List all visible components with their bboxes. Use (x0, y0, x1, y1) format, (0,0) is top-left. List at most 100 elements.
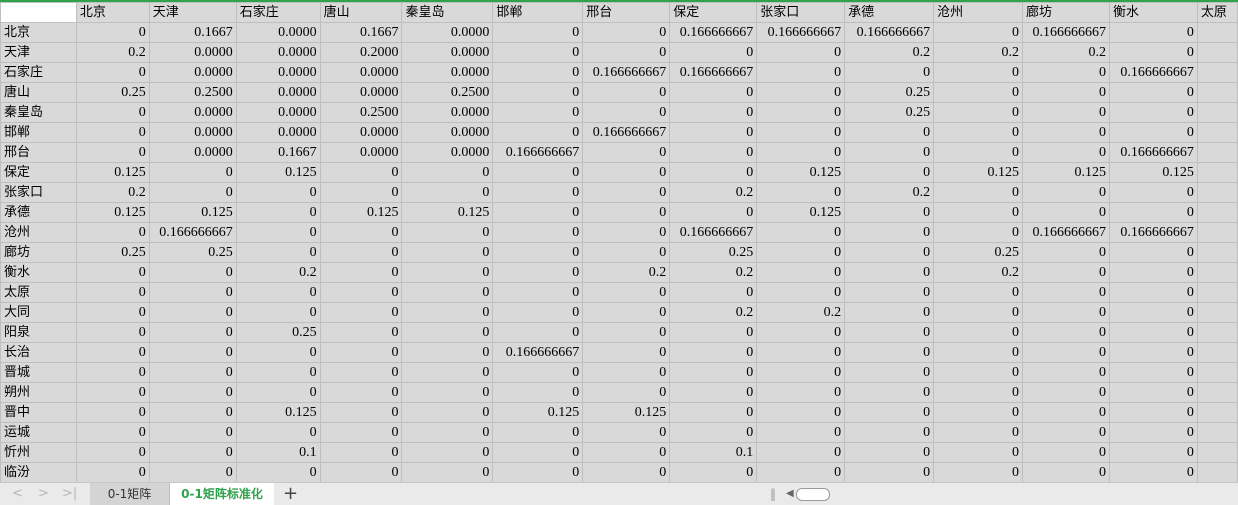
table-cell[interactable]: 0 (756, 142, 846, 163)
table-cell[interactable]: 0.0000 (401, 42, 494, 63)
table-cell[interactable]: 0.0000 (235, 82, 321, 103)
table-cell[interactable]: 0 (492, 442, 584, 463)
table-cell[interactable]: 0.166666667 (492, 342, 584, 363)
column-header[interactable]: 石家庄 (235, 2, 321, 23)
table-cell[interactable]: 0.2500 (401, 82, 494, 103)
table-cell[interactable]: 0 (756, 102, 846, 123)
table-cell[interactable]: 0 (235, 382, 321, 403)
column-header[interactable]: 唐山 (319, 2, 403, 23)
table-cell[interactable]: 0.25 (148, 242, 237, 263)
table-cell[interactable]: 0 (933, 442, 1023, 463)
table-cell[interactable] (1196, 302, 1238, 323)
row-label[interactable]: 衡水 (0, 262, 77, 283)
table-cell[interactable]: 0 (1108, 282, 1198, 303)
table-cell[interactable]: 0 (492, 362, 584, 383)
table-cell[interactable]: 0 (844, 362, 935, 383)
table-cell[interactable]: 0 (844, 382, 935, 403)
table-cell[interactable]: 0 (1108, 422, 1198, 443)
table-cell[interactable]: 0.166666667 (148, 222, 237, 243)
table-cell[interactable]: 0.125 (75, 202, 150, 223)
table-cell[interactable]: 0 (319, 302, 403, 323)
table-cell[interactable]: 0.0000 (148, 142, 237, 163)
table-cell[interactable]: 0.0000 (235, 62, 321, 83)
row-label[interactable]: 大同 (0, 302, 77, 323)
table-cell[interactable]: 0 (669, 382, 758, 403)
row-label[interactable]: 保定 (0, 162, 77, 183)
table-cell[interactable]: 0 (319, 162, 403, 183)
table-cell[interactable]: 0 (756, 322, 846, 343)
table-cell[interactable]: 0 (582, 422, 671, 443)
table-cell[interactable]: 0 (844, 262, 935, 283)
table-cell[interactable]: 0.0000 (235, 102, 321, 123)
table-cell[interactable]: 0 (319, 242, 403, 263)
table-cell[interactable]: 0.2 (844, 42, 935, 63)
table-cell[interactable]: 0 (1021, 282, 1110, 303)
table-cell[interactable]: 0 (492, 242, 584, 263)
table-cell[interactable]: 0 (933, 462, 1023, 482)
table-cell[interactable]: 0 (933, 142, 1023, 163)
table-cell[interactable]: 0 (1021, 82, 1110, 103)
table-cell[interactable]: 0 (492, 42, 584, 63)
table-cell[interactable]: 0 (933, 302, 1023, 323)
table-cell[interactable] (1196, 162, 1238, 183)
table-cell[interactable]: 0 (319, 342, 403, 363)
table-cell[interactable]: 0 (148, 422, 237, 443)
table-cell[interactable]: 0 (669, 142, 758, 163)
table-cell[interactable]: 0 (148, 322, 237, 343)
table-cell[interactable]: 0 (933, 62, 1023, 83)
table-cell[interactable]: 0 (492, 222, 584, 243)
table-cell[interactable]: 0 (933, 342, 1023, 363)
table-cell[interactable]: 0.1 (669, 442, 758, 463)
table-cell[interactable]: 0 (319, 182, 403, 203)
table-cell[interactable] (1196, 402, 1238, 423)
table-cell[interactable]: 0.2 (669, 262, 758, 283)
table-cell[interactable]: 0 (319, 322, 403, 343)
table-cell[interactable]: 0.125 (235, 402, 321, 423)
table-cell[interactable]: 0 (319, 262, 403, 283)
table-cell[interactable]: 0 (1021, 102, 1110, 123)
table-cell[interactable]: 0 (1021, 302, 1110, 323)
table-cell[interactable]: 0 (844, 302, 935, 323)
tab-01-matrix-normalized[interactable]: 0-1矩阵标准化 (170, 483, 274, 505)
table-cell[interactable]: 0.0000 (319, 82, 403, 103)
table-cell[interactable]: 0 (401, 422, 494, 443)
table-cell[interactable]: 0 (933, 282, 1023, 303)
table-cell[interactable]: 0 (1021, 442, 1110, 463)
table-cell[interactable]: 0 (756, 442, 846, 463)
table-cell[interactable]: 0 (75, 122, 150, 143)
table-cell[interactable]: 0.0000 (319, 62, 403, 83)
table-cell[interactable]: 0.2 (75, 42, 150, 63)
table-cell[interactable]: 0 (844, 342, 935, 363)
table-cell[interactable]: 0 (75, 282, 150, 303)
table-cell[interactable]: 0 (1021, 322, 1110, 343)
table-cell[interactable]: 0.25 (844, 102, 935, 123)
table-cell[interactable]: 0 (319, 462, 403, 482)
column-header[interactable]: 秦皇岛 (401, 2, 494, 23)
table-cell[interactable]: 0.2 (669, 182, 758, 203)
table-cell[interactable] (1196, 422, 1238, 443)
table-cell[interactable]: 0.125 (582, 402, 671, 423)
table-cell[interactable]: 0 (756, 422, 846, 443)
table-cell[interactable]: 0.25 (235, 322, 321, 343)
table-cell[interactable]: 0 (1021, 382, 1110, 403)
table-cell[interactable] (1196, 42, 1238, 63)
table-cell[interactable]: 0.125 (933, 162, 1023, 183)
table-cell[interactable]: 0 (401, 242, 494, 263)
table-cell[interactable]: 0 (75, 322, 150, 343)
table-cell[interactable]: 0.0000 (148, 62, 237, 83)
table-cell[interactable]: 0 (582, 142, 671, 163)
table-cell[interactable]: 0.0000 (148, 102, 237, 123)
table-cell[interactable]: 0 (492, 182, 584, 203)
prev-sheet-icon[interactable]: < (12, 486, 23, 501)
table-cell[interactable]: 0 (669, 422, 758, 443)
table-cell[interactable]: 0 (148, 262, 237, 283)
column-header[interactable]: 衡水 (1108, 2, 1198, 23)
table-cell[interactable]: 0 (492, 202, 584, 223)
table-cell[interactable]: 0 (669, 82, 758, 103)
table-cell[interactable] (1196, 442, 1238, 463)
table-cell[interactable]: 0 (582, 322, 671, 343)
table-cell[interactable] (1196, 222, 1238, 243)
table-cell[interactable]: 0.125 (756, 202, 846, 223)
table-cell[interactable]: 0 (75, 302, 150, 323)
table-cell[interactable]: 0 (844, 422, 935, 443)
